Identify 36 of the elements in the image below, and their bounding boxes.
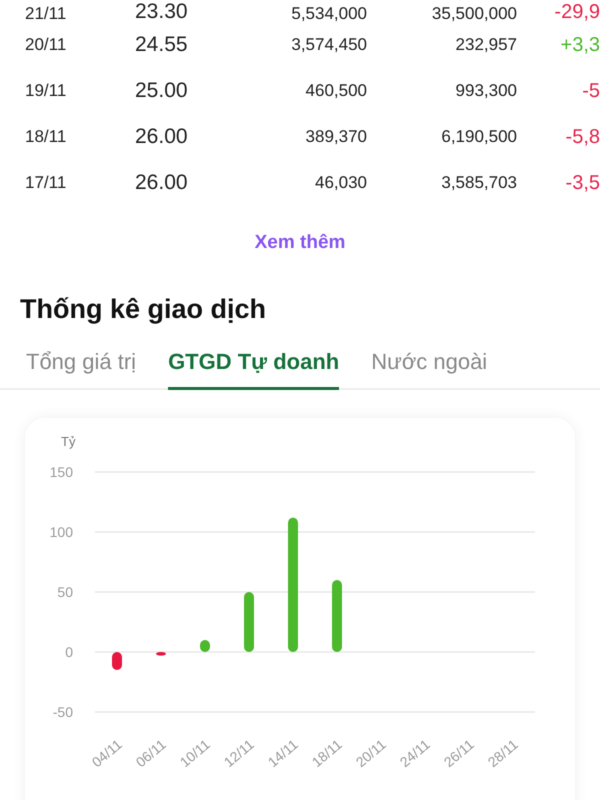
y-tick-label: 100 [50,524,73,540]
value-cell-text: 993,300 [454,81,517,101]
section-title: Thống kê giao dịch [20,294,268,325]
volume-cell-text: 46,030 [314,173,367,193]
date-cell-text: 18/11 [25,127,68,147]
date-cell-text: 21/11 [25,4,68,24]
value-cell-text: 232,957 [454,35,517,55]
volume-cell-text: 5,534,000 [290,4,367,24]
volume-cell-text: 460,500 [304,81,367,101]
value-cell-text: 3,585,703 [440,173,517,193]
value-cell-text: 6,190,500 [440,127,517,147]
change-cell-text: -29,9 [553,1,600,24]
change-cell-text: +3,3 [560,34,600,56]
tab[interactable]: Nước ngoài [371,343,488,390]
date-cell-text: 20/11 [25,35,68,55]
volume-cell-text: 3,574,450 [290,35,367,55]
y-tick-label: 0 [65,644,73,660]
price-cell-text: 24.55 [135,33,189,57]
see-more-link[interactable]: Xem thêm [254,232,346,253]
y-tick-label: 50 [57,584,73,600]
y-axis-unit: Tỷ [61,434,76,449]
date-cell-text: 19/11 [25,81,68,101]
change-cell-text: -3,5 [564,172,600,194]
y-tick-label: 150 [50,464,73,480]
price-cell-text: 26.00 [135,171,189,195]
tab[interactable]: GTGD Tự doanh [168,343,340,390]
value-cell-text: 35,500,000 [430,4,517,24]
volume-cell-text: 389,370 [304,127,367,147]
price-cell-text: 25.00 [135,79,189,103]
price-cell-text: 26.00 [135,125,189,149]
date-cell-text: 17/11 [25,173,68,193]
change-cell-text: -5,8 [564,126,600,148]
price-cell-text: 23.30 [135,0,189,24]
change-cell-text: -5 [581,80,600,102]
y-tick-label: -50 [52,704,73,720]
tab[interactable]: Tổng giá trị [26,343,136,390]
